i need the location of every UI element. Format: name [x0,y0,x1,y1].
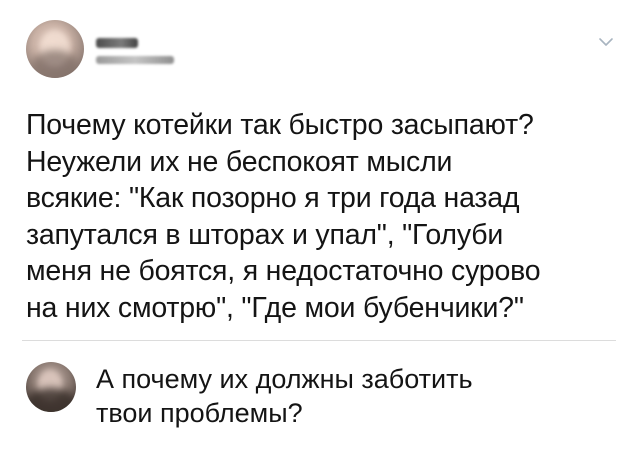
author-info [96,38,174,64]
tweet-line: меня не боятся, я недостаточно сурово [26,255,541,287]
author-handle-redacted[interactable] [96,56,174,64]
reply-author-avatar[interactable] [26,362,76,412]
reply-body: А почему их должны заботить твои проблем… [96,363,616,430]
tweet-body: Почему котейки так быстро засыпают? Неуж… [26,107,611,326]
divider [22,340,616,341]
reply-line: А почему их должны заботить [96,364,473,394]
tweet-line: Неужели их не беспокоят мысли [26,145,453,178]
tweet-card: Почему котейки так быстро засыпают? Неуж… [0,0,640,451]
avatar-body-blur [26,388,76,412]
author-avatar[interactable] [26,20,84,78]
tweet-line: Почему котейки так быстро засыпают? [26,109,534,141]
tweet-line: запутался в шторах и упал", "Голуби [26,218,504,251]
avatar-body-blur [32,50,78,78]
tweet-line: всякие: "Как позорно я три года назад [26,182,520,214]
tweet-line: на них смотрю", "Где мои бубенчики?" [26,291,524,324]
author-name-redacted[interactable] [96,38,138,48]
chevron-down-icon[interactable] [596,32,616,52]
tweet-header [26,20,620,80]
reply-line: твои проблемы? [96,397,303,428]
